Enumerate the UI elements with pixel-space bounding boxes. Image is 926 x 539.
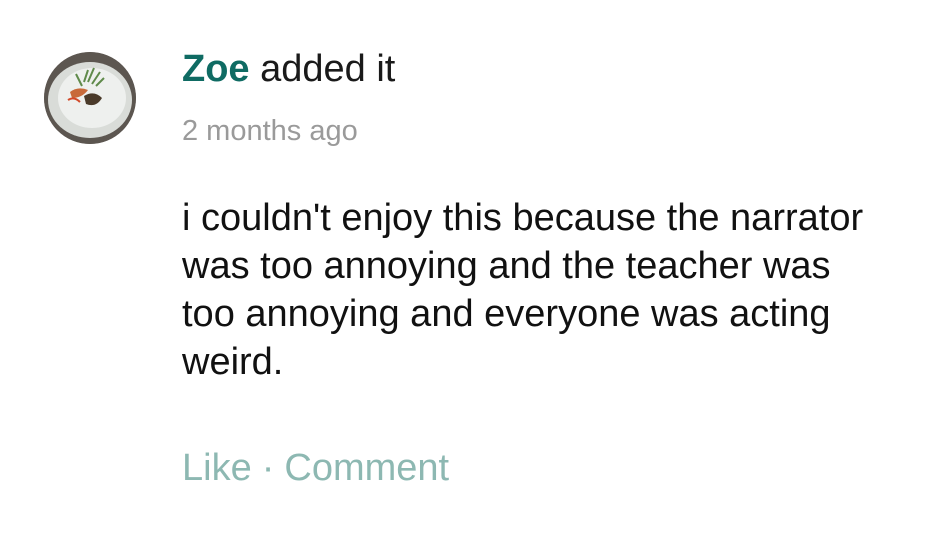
avatar-photo-icon xyxy=(44,52,136,144)
comment-header: Zoe added it xyxy=(182,44,395,94)
timestamp: 2 months ago xyxy=(182,115,358,147)
comment-button[interactable]: Comment xyxy=(284,447,449,489)
comment-body: i couldn't enjoy this because the narrat… xyxy=(182,197,864,383)
action-text: added it xyxy=(249,48,396,90)
avatar[interactable] xyxy=(44,52,136,144)
comment-card: Zoe added it 2 months ago i couldn't enj… xyxy=(0,0,926,539)
comment-actions: Like · Comment xyxy=(182,444,449,492)
actions-separator: · xyxy=(261,447,275,489)
like-button[interactable]: Like xyxy=(182,447,252,489)
author-name-link[interactable]: Zoe xyxy=(182,48,250,90)
